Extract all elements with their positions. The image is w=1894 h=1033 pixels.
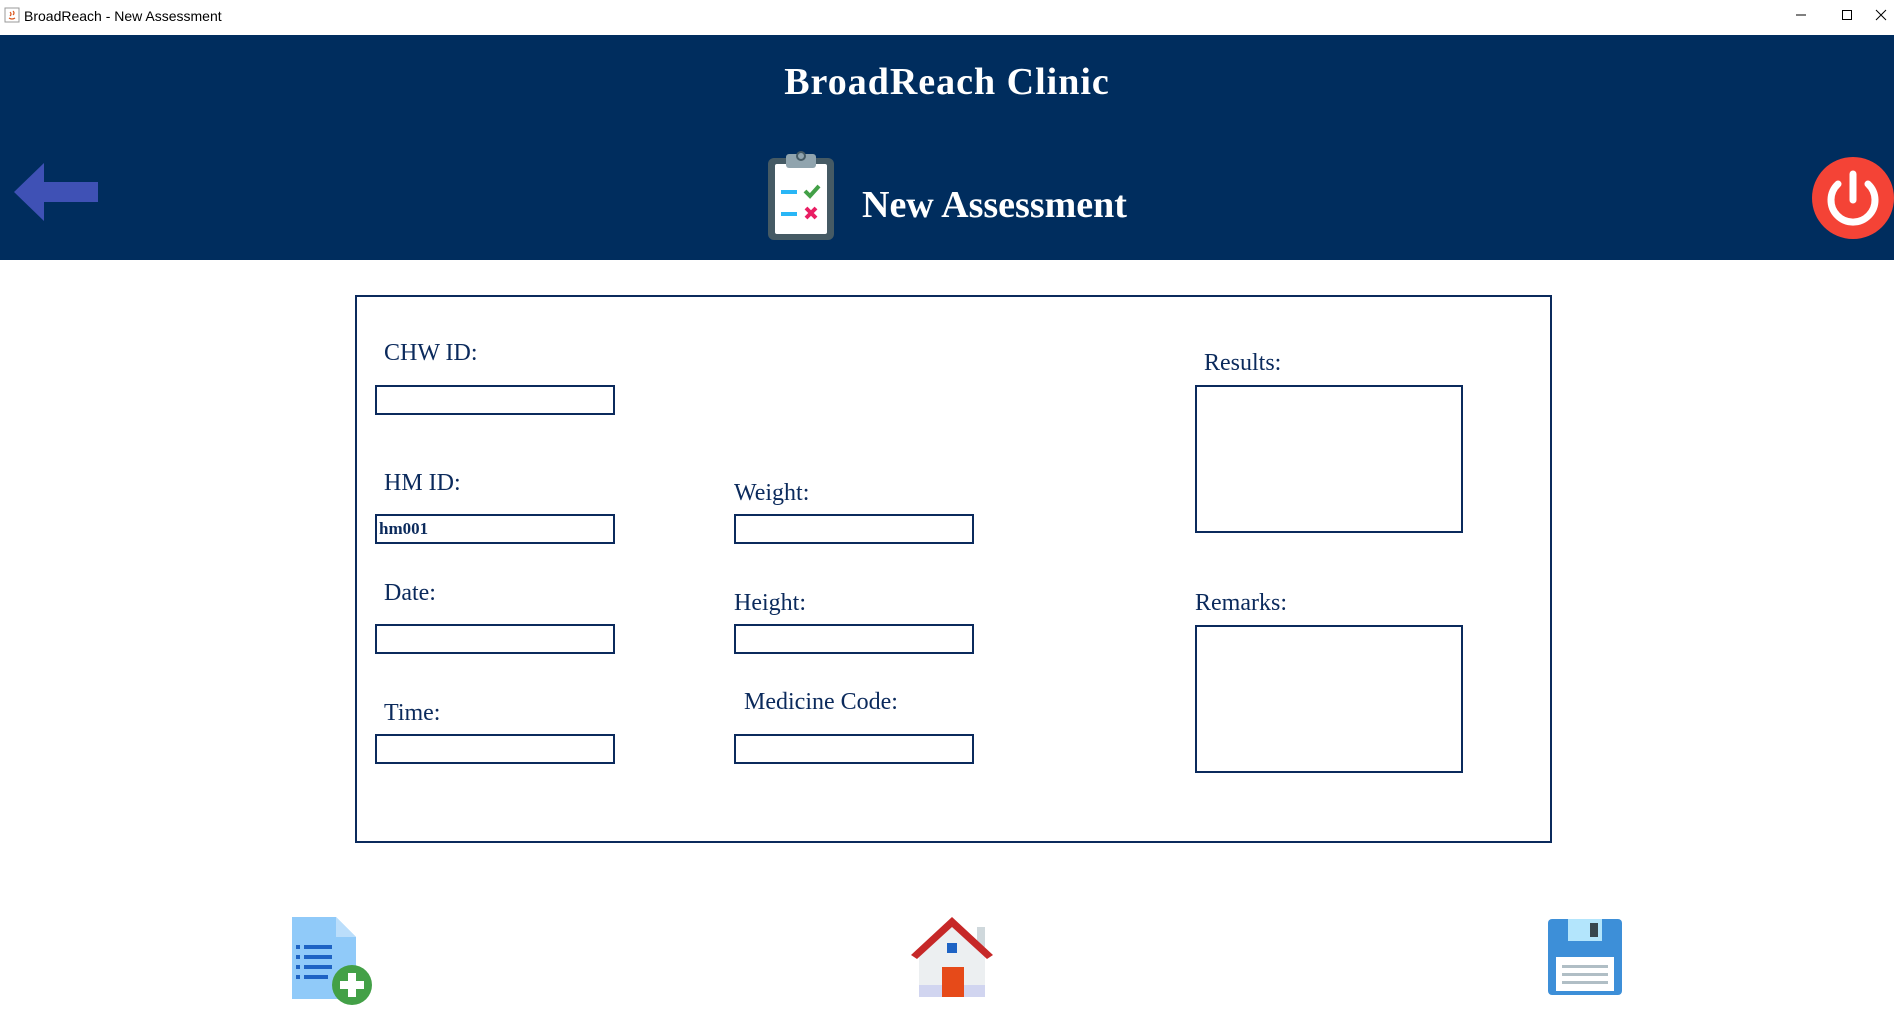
time-label: Time: bbox=[384, 700, 441, 726]
page-title: New Assessment bbox=[862, 184, 1127, 226]
close-icon bbox=[1875, 9, 1887, 21]
add-document-icon[interactable] bbox=[290, 915, 374, 1007]
hm-id-input[interactable] bbox=[375, 514, 615, 544]
date-label: Date: bbox=[384, 580, 436, 606]
results-textarea[interactable] bbox=[1195, 385, 1463, 533]
chw-id-label: CHW ID: bbox=[384, 340, 478, 366]
height-input[interactable] bbox=[734, 624, 974, 654]
hm-id-label: HM ID: bbox=[384, 470, 461, 496]
medicine-code-input[interactable] bbox=[734, 734, 974, 764]
chw-id-input[interactable] bbox=[375, 385, 615, 415]
window-title: BroadReach - New Assessment bbox=[24, 8, 222, 24]
medicine-code-label: Medicine Code: bbox=[744, 689, 898, 715]
remarks-textarea[interactable] bbox=[1195, 625, 1463, 773]
date-input[interactable] bbox=[375, 624, 615, 654]
results-label: Results: bbox=[1204, 350, 1282, 376]
back-arrow-icon[interactable] bbox=[14, 163, 98, 221]
remarks-label: Remarks: bbox=[1195, 590, 1287, 616]
minimize-button[interactable] bbox=[1778, 0, 1824, 30]
minimize-icon bbox=[1796, 14, 1806, 16]
java-app-icon bbox=[4, 7, 20, 23]
close-button[interactable] bbox=[1868, 0, 1894, 30]
time-input[interactable] bbox=[375, 734, 615, 764]
floppy-disk-icon[interactable] bbox=[1548, 919, 1622, 995]
maximize-button[interactable] bbox=[1824, 0, 1870, 30]
maximize-icon bbox=[1842, 10, 1852, 20]
window-titlebar: BroadReach - New Assessment bbox=[0, 0, 1894, 35]
power-icon[interactable] bbox=[1812, 157, 1894, 239]
home-icon[interactable] bbox=[911, 915, 993, 999]
clipboard-checklist-icon bbox=[768, 151, 834, 240]
weight-input[interactable] bbox=[734, 514, 974, 544]
clinic-name: BroadReach Clinic bbox=[784, 61, 1110, 103]
weight-label: Weight: bbox=[734, 480, 810, 506]
height-label: Height: bbox=[734, 590, 806, 616]
